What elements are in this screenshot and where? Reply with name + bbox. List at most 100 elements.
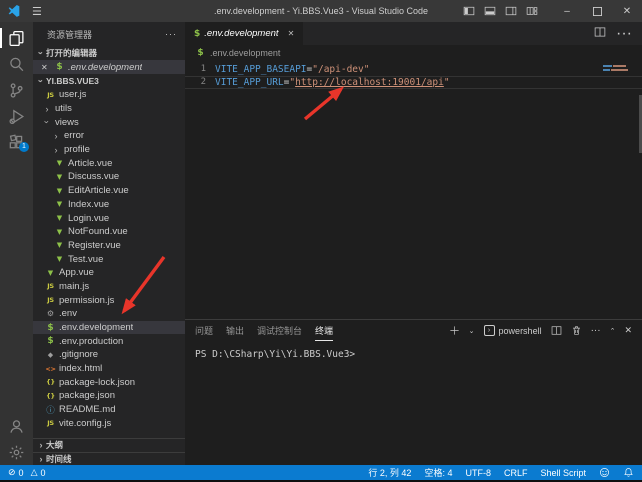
explorer-icon[interactable] xyxy=(0,25,33,51)
tree-item-label: .env xyxy=(59,308,77,319)
maximize-button[interactable] xyxy=(582,0,612,22)
tree-item-label: package.json xyxy=(59,390,115,401)
tab-env-development[interactable]: $ .env.development ✕ xyxy=(185,22,303,45)
tree-item-package-json[interactable]: {}package.json xyxy=(33,389,185,403)
terminal-dropdown-icon[interactable]: ⌄ xyxy=(469,327,475,335)
maximize-panel-icon[interactable]: ⌃ xyxy=(610,327,616,335)
status-item[interactable]: CRLF xyxy=(504,468,528,478)
minimize-button[interactable]: – xyxy=(552,0,582,22)
new-terminal-icon[interactable] xyxy=(449,325,460,336)
vue-file-icon: ▼ xyxy=(54,241,65,249)
tree-item-discuss-vue[interactable]: ▼Discuss.vue xyxy=(33,170,185,184)
tree-item-test-vue[interactable]: ▼Test.vue xyxy=(33,252,185,266)
tree-item-user-js[interactable]: JSuser.js xyxy=(33,88,185,102)
menu-icon[interactable]: ☰ xyxy=(32,5,42,18)
chevron-right-icon: › xyxy=(42,104,52,114)
tree-item-editarticle-vue[interactable]: ▼EditArticle.vue xyxy=(33,184,185,198)
problems-status[interactable]: ⊘0 △0 xyxy=(8,467,46,478)
breadcrumb[interactable]: $ .env.development xyxy=(185,45,642,61)
sidebar-section-大纲[interactable]: ›大纲 xyxy=(33,438,185,452)
tree-item-views[interactable]: ›views xyxy=(33,115,185,129)
tree-item-error[interactable]: ›error xyxy=(33,129,185,143)
vue-file-icon: ▼ xyxy=(54,228,65,236)
tree-item-utils[interactable]: ›utils xyxy=(33,102,185,116)
line-number: 2 xyxy=(185,76,215,89)
explorer-more-actions-icon[interactable]: ··· xyxy=(165,29,177,39)
settings-gear-icon[interactable] xyxy=(0,439,33,465)
tree-item-label: main.js xyxy=(59,281,89,292)
tree-item-env-development[interactable]: $.env.development xyxy=(33,321,185,335)
close-panel-icon[interactable]: ✕ xyxy=(624,325,632,336)
code-line-2[interactable]: 2VITE_APP_URL="http://localhost:19001/ap… xyxy=(185,76,642,89)
customize-layout-icon[interactable] xyxy=(521,0,542,22)
panel-tab-问题[interactable]: 问题 xyxy=(195,320,213,341)
code-line-1[interactable]: 1VITE_APP_BASEAPI="/api-dev" xyxy=(185,63,642,76)
tree-item-env-production[interactable]: $.env.production xyxy=(33,334,185,348)
account-icon[interactable] xyxy=(0,413,33,439)
status-item[interactable]: 空格: 4 xyxy=(424,466,452,479)
panel-tab-输出[interactable]: 输出 xyxy=(226,320,244,341)
tree-item-article-vue[interactable]: ▼Article.vue xyxy=(33,156,185,170)
tree-item-package-lock-json[interactable]: {}package-lock.json xyxy=(33,375,185,389)
run-and-debug-icon[interactable] xyxy=(0,103,33,129)
close-icon[interactable]: ✕ xyxy=(41,63,51,72)
tree-item-label: Register.vue xyxy=(68,240,121,251)
tree-item-app-vue[interactable]: ▼App.vue xyxy=(33,266,185,280)
sidebar-bottom-sections: ›大纲›时间线 xyxy=(33,438,185,465)
tree-item-label: vite.config.js xyxy=(59,418,111,429)
editor-more-actions-icon[interactable]: ··· xyxy=(616,25,632,43)
tree-item-login-vue[interactable]: ▼Login.vue xyxy=(33,211,185,225)
open-editor-item-env-development[interactable]: ✕ $ .env.development xyxy=(33,60,185,74)
extensions-icon[interactable]: 1 xyxy=(0,129,33,155)
close-button[interactable]: ✕ xyxy=(612,0,642,22)
tree-item-env[interactable]: ⚙.env xyxy=(33,307,185,321)
kill-terminal-icon[interactable] xyxy=(571,325,582,336)
info-file-icon: ⓘ xyxy=(45,404,56,416)
sidebar-section-时间线[interactable]: ›时间线 xyxy=(33,452,185,466)
panel-tab-调试控制台[interactable]: 调试控制台 xyxy=(257,320,302,341)
terminal-profile[interactable]: › powershell xyxy=(484,325,542,336)
toggle-panel-icon[interactable] xyxy=(479,0,500,22)
tree-item-profile[interactable]: ›profile xyxy=(33,143,185,157)
tree-item-label: utils xyxy=(55,103,72,114)
split-editor-icon[interactable] xyxy=(594,25,606,43)
open-editors-header[interactable]: › 打开的编辑器 xyxy=(33,46,185,60)
toggle-sidebar-icon[interactable] xyxy=(458,0,479,22)
panel-more-actions-icon[interactable]: ··· xyxy=(591,325,601,336)
source-control-icon[interactable] xyxy=(0,77,33,103)
terminal-output[interactable]: PS D:\CSharp\Yi\Yi.BBS.Vue3> xyxy=(185,341,642,465)
tree-item-notfound-vue[interactable]: ▼NotFound.vue xyxy=(33,225,185,239)
git-file-icon: ◆ xyxy=(45,351,56,359)
open-editor-label: .env.development xyxy=(68,62,142,73)
panel-tab-终端[interactable]: 终端 xyxy=(315,320,333,341)
tree-item-register-vue[interactable]: ▼Register.vue xyxy=(33,239,185,253)
chevron-right-icon: › xyxy=(36,454,46,464)
tree-item-label: App.vue xyxy=(59,267,94,278)
toggle-secondary-sidebar-icon[interactable] xyxy=(500,0,521,22)
feedback-smiley-icon[interactable] xyxy=(599,467,610,478)
tab-close-icon[interactable]: ✕ xyxy=(288,29,295,38)
tree-item-vite-config-js[interactable]: JSvite.config.js xyxy=(33,417,185,431)
tree-item-label: user.js xyxy=(59,89,86,100)
status-bar: ⊘0 △0 行 2, 列 42 空格: 4 UTF-8 CRLF Shell Scrip… xyxy=(0,465,642,480)
tree-item-main-js[interactable]: JSmain.js xyxy=(33,280,185,294)
activity-bar: 1 xyxy=(0,22,33,465)
status-item[interactable]: 行 2, 列 42 xyxy=(368,466,411,479)
minimap[interactable] xyxy=(603,65,628,71)
tree-item-readme-md[interactable]: ⓘREADME.md xyxy=(33,403,185,417)
search-icon[interactable] xyxy=(0,51,33,77)
tree-item-gitignore[interactable]: ◆.gitignore xyxy=(33,348,185,362)
status-item[interactable]: UTF-8 xyxy=(465,468,491,478)
vscode-window: ☰ .env.development - Yi.BBS.Vue3 - Visua… xyxy=(0,0,642,482)
status-item[interactable]: Shell Script xyxy=(540,468,586,478)
split-terminal-icon[interactable] xyxy=(551,325,562,336)
tree-item-index-vue[interactable]: ▼Index.vue xyxy=(33,198,185,212)
project-section-header[interactable]: › YI.BBS.VUE3 xyxy=(33,74,185,88)
editor-tab-bar: $ .env.development ✕ ··· xyxy=(185,22,642,45)
notifications-bell-icon[interactable] xyxy=(623,467,634,478)
code-editor[interactable]: 1VITE_APP_BASEAPI="/api-dev"2VITE_APP_UR… xyxy=(185,61,642,319)
powershell-icon: › xyxy=(484,325,495,336)
tree-item-permission-js[interactable]: JSpermission.js xyxy=(33,293,185,307)
tree-item-index-html[interactable]: <>index.html xyxy=(33,362,185,376)
js-file-icon: JS xyxy=(45,296,56,304)
